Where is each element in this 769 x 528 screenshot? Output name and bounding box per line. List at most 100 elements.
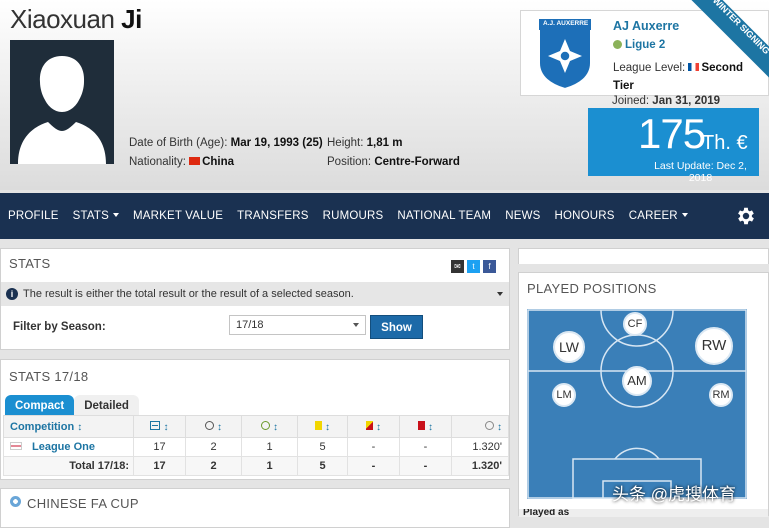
yellow-card-icon — [314, 420, 322, 430]
nav-career[interactable]: CAREER — [629, 210, 688, 222]
competition-logo-icon — [10, 442, 22, 450]
season-select[interactable]: 17/18 — [229, 315, 366, 335]
stats-panel-title: STATS — [9, 256, 51, 271]
cup-logo-icon — [10, 496, 21, 507]
market-value-unit: Th. € — [702, 132, 748, 154]
league-icon — [613, 40, 622, 49]
nav-honours[interactable]: HONOURS — [555, 210, 615, 222]
position-cf[interactable]: CF — [623, 312, 647, 336]
filter-season-label: Filter by Season: — [13, 321, 106, 333]
minutes-cell: 1.320' — [451, 437, 509, 457]
red-card-icon — [417, 420, 425, 430]
appearances-column-header[interactable]: ↕ — [133, 415, 186, 438]
position-rw[interactable]: RW — [695, 327, 733, 365]
table-row: League One 17 2 1 5 - - 1.320' — [3, 437, 509, 457]
stats-tabs: Compact Detailed — [5, 395, 139, 415]
height-value: 1,81 m — [366, 137, 403, 149]
sort-icon: ↕ — [217, 421, 223, 433]
market-value-last-update: Last Update: Dec 2, 2018 — [654, 160, 747, 184]
joined-label: Joined: — [612, 95, 650, 107]
nav-transfers[interactable]: TRANSFERS — [237, 210, 308, 222]
goals-column-header[interactable]: ↕ — [185, 415, 242, 438]
nav-stats[interactable]: STATS — [73, 210, 119, 222]
right-top-panel — [518, 248, 769, 264]
nationality-value[interactable]: China — [202, 156, 234, 168]
player-first-name: Xiaoxuan — [10, 4, 115, 34]
appearances-icon — [150, 420, 161, 430]
info-text: The result is either the total result or… — [23, 288, 354, 300]
dob-value: Mar 19, 1993 (25) — [230, 137, 323, 149]
info-bar[interactable]: i The result is either the total result … — [1, 282, 509, 306]
competition-cell: League One — [3, 437, 134, 457]
dob-label: Date of Birth (Age): — [129, 137, 228, 149]
cup-panel-title: CHINESE FA CUP — [27, 496, 139, 511]
assist-ball-icon — [260, 420, 270, 430]
total-minutes-cell: 1.320' — [451, 456, 509, 476]
email-share-icon[interactable]: ✉ — [451, 260, 464, 273]
season-select-value: 17/18 — [236, 319, 264, 331]
competition-header-label: Competition — [10, 420, 75, 433]
sort-icon: ↕ — [273, 421, 279, 433]
total-row: Total 17/18: 17 2 1 5 - - 1.320' — [3, 456, 509, 476]
nav-market-value[interactable]: MARKET VALUE — [133, 210, 223, 222]
chevron-down-icon — [353, 323, 359, 327]
sort-icon: ↕ — [497, 421, 502, 433]
player-name: Xiaoxuan Ji — [10, 4, 142, 35]
league-level-label: League Level: — [613, 62, 686, 74]
market-value-box[interactable]: 175 Th. € Last Update: Dec 2, 2018 — [588, 108, 759, 184]
nav-news[interactable]: NEWS — [505, 210, 540, 222]
nav-rumours[interactable]: RUMOURS — [323, 210, 384, 222]
france-flag-icon — [688, 63, 700, 71]
profile-header: Xiaoxuan Ji Date of Birth (Age): Mar 19,… — [0, 0, 769, 190]
assists-cell: 1 — [241, 437, 298, 457]
second-yellow-column-header[interactable]: ↕ — [347, 415, 400, 438]
red-cards-cell: - — [399, 437, 452, 457]
show-button[interactable]: Show — [370, 315, 423, 339]
gear-icon[interactable] — [735, 205, 757, 227]
second-yellow-cell: - — [347, 437, 400, 457]
player-photo-placeholder — [10, 40, 114, 164]
red-cards-column-header[interactable]: ↕ — [399, 415, 452, 438]
dob-field: Date of Birth (Age): Mar 19, 1993 (25) — [129, 137, 323, 149]
yellow-cards-cell: 5 — [297, 437, 348, 457]
competition-column-header[interactable]: Competition ↕ — [3, 415, 134, 438]
minutes-column-header[interactable]: ↕ — [451, 415, 509, 438]
total-second-yellow-cell: - — [347, 456, 400, 476]
football-pitch: CF LW RW AM LM RM — [527, 309, 747, 499]
assists-column-header[interactable]: ↕ — [241, 415, 298, 438]
sort-icon: ↕ — [376, 421, 382, 433]
clock-icon — [484, 420, 494, 430]
club-box: A.J. AUXERRE AJ Auxerre Ligue 2 League L… — [520, 0, 769, 96]
player-last-name: Ji — [121, 4, 142, 34]
facebook-share-icon[interactable]: f — [483, 260, 496, 273]
position-lm[interactable]: LM — [552, 383, 576, 407]
season-stats-title: STATS 17/18 — [9, 369, 89, 384]
height-label: Height: — [327, 137, 364, 149]
nav-profile-label: PROFILE — [8, 210, 59, 222]
nav-profile[interactable]: PROFILE — [8, 210, 59, 222]
tab-compact[interactable]: Compact — [5, 395, 75, 415]
competition-link[interactable]: League One — [32, 441, 95, 453]
watermark: 头条 @虎搜体育 — [612, 485, 736, 504]
league-link[interactable]: Ligue 2 — [613, 39, 665, 51]
joined-value: Jan 31, 2019 — [652, 95, 721, 107]
total-red-cell: - — [399, 456, 452, 476]
club-crest[interactable]: A.J. AUXERRE — [537, 17, 593, 91]
position-lw[interactable]: LW — [553, 331, 585, 363]
nav-stats-label: STATS — [72, 210, 109, 222]
crest-lettering: A.J. AUXERRE — [543, 20, 589, 27]
nav-national-team[interactable]: NATIONAL TEAM — [397, 210, 491, 222]
position-rm[interactable]: RM — [709, 383, 733, 407]
nav-career-label: CAREER — [628, 210, 678, 222]
stats-panel: STATS ✉ t f i The result is either the t… — [0, 248, 510, 350]
yellow-cards-column-header[interactable]: ↕ — [297, 415, 348, 438]
tab-detailed[interactable]: Detailed — [74, 395, 139, 415]
twitter-share-icon[interactable]: t — [467, 260, 480, 273]
total-yellow-cell: 5 — [297, 456, 348, 476]
cup-panel: CHINESE FA CUP — [0, 488, 510, 528]
position-am[interactable]: AM — [622, 366, 652, 396]
club-name-link[interactable]: AJ Auxerre — [613, 19, 679, 33]
nationality-label: Nationality: — [129, 156, 186, 168]
nav-transfers-label: TRANSFERS — [237, 210, 309, 222]
chevron-down-icon — [497, 292, 503, 296]
